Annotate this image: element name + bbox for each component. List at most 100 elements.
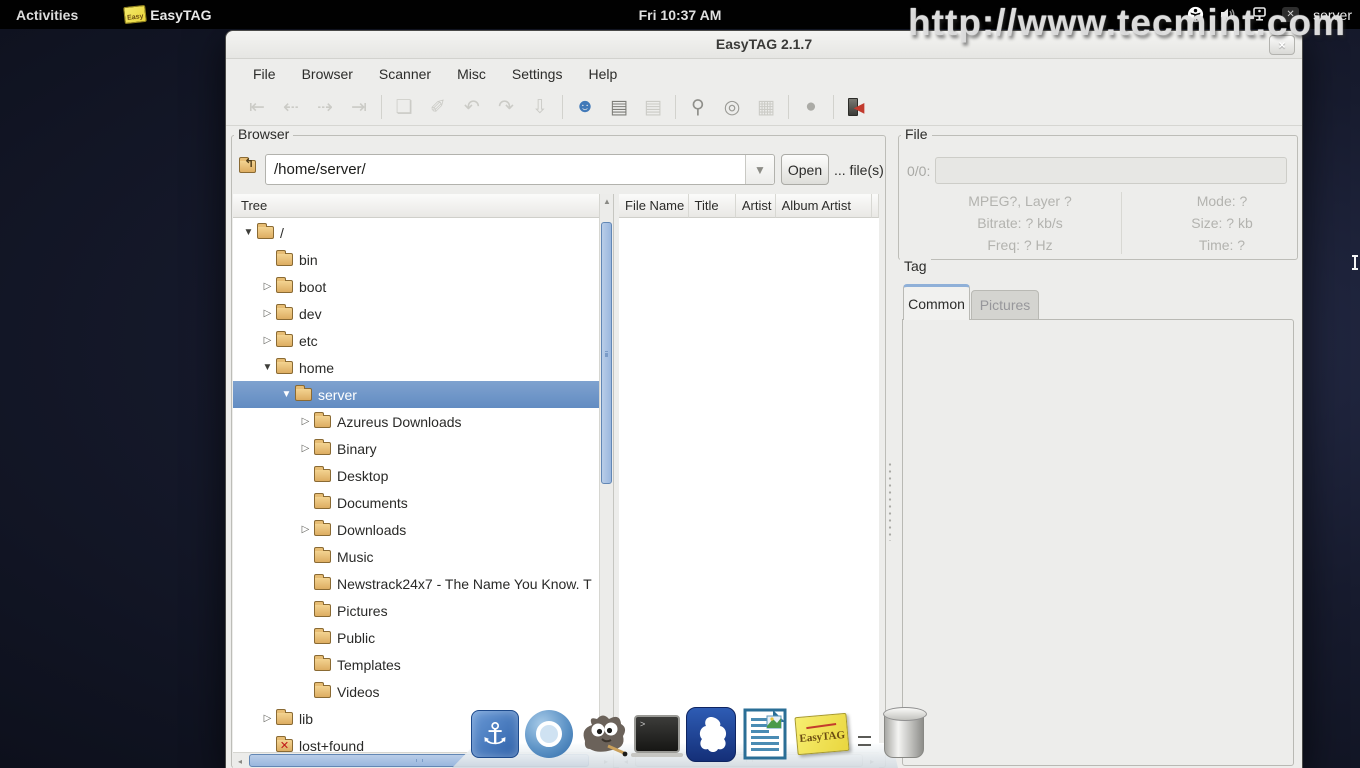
path-input[interactable] [266,155,745,184]
tree-item-server[interactable]: ▼server [233,381,599,408]
expander-open-icon[interactable]: ▼ [240,227,257,238]
tree-item-newstrack24x7-the-name-you-know-t[interactable]: Newstrack24x7 - The Name You Know. T [233,570,599,597]
open-button[interactable]: Open [781,154,829,185]
tree-item-etc[interactable]: ▷etc [233,327,599,354]
expander-closed-icon[interactable]: ▷ [259,335,276,346]
path-dropdown-button[interactable]: ▼ [745,155,774,184]
file-list-body[interactable] [619,219,879,752]
input-source-icon[interactable] [1250,6,1268,24]
go-next-button[interactable]: ⇢ [308,93,342,121]
gnome-top-bar: Activities Easy EasyTAG Fri 10:37 AM ✕ s… [0,0,1360,29]
folder-icon [314,442,331,455]
column-header-file-name[interactable]: File Name [619,194,689,218]
volume-icon[interactable] [1218,6,1236,24]
chromium-icon[interactable] [524,708,574,760]
all-files-list-button[interactable]: ▤ [602,93,636,121]
tree-column-header[interactable]: Tree [233,194,599,218]
tree-item-music[interactable]: Music [233,543,599,570]
column-header-artist[interactable]: Artist [736,194,776,218]
tab-common[interactable]: Common [903,284,970,320]
tree-item-root[interactable]: ▼/ [233,219,599,246]
toolbar-separator [381,95,382,119]
menu-scanner[interactable]: Scanner [366,62,444,86]
tree-panel: Tree ▼/bin▷boot▷dev▷etc▼home▼server▷Azur… [233,194,614,768]
remove-tags-button[interactable]: ✐ [421,93,455,121]
tree-item-dev[interactable]: ▷dev [233,300,599,327]
menu-settings[interactable]: Settings [499,62,576,86]
tree-item-templates[interactable]: Templates [233,651,599,678]
folder-icon [314,496,331,509]
menu-misc[interactable]: Misc [444,62,499,86]
easytag-icon[interactable]: EasyTAG [794,708,850,760]
toolbar-separator [788,95,789,119]
pane-splitter-handle[interactable] [888,461,892,541]
trash-icon[interactable] [879,708,929,760]
user-menu[interactable]: server [1313,7,1352,23]
cddb-button[interactable]: ◎ [715,93,749,121]
toolbar-separator [562,95,563,119]
tree-item-label: lost+found [299,738,364,753]
vuze-icon[interactable] [686,708,736,760]
gimp-icon[interactable] [578,708,628,760]
menu-browser[interactable]: Browser [289,62,366,86]
tree-item-boot[interactable]: ▷boot [233,273,599,300]
file-list-header: File NameTitleArtistAlbum Artist [619,194,879,218]
save-files-button[interactable]: ⇩ [523,93,557,121]
go-first-button[interactable]: ⇤ [240,93,274,121]
expander-closed-icon[interactable]: ▷ [259,281,276,292]
quit-button[interactable]: ◀ [839,93,873,121]
expander-closed-icon[interactable]: ▷ [259,308,276,319]
browser-frame: Browser ↰ ▼ Open ... file(s) Tree ▼/bin▷… [231,135,886,768]
close-button[interactable]: × [1269,35,1295,55]
search-button[interactable]: ⚲ [681,93,715,121]
expander-closed-icon[interactable]: ▷ [297,524,314,535]
sorted-files-list-button[interactable]: ▤ [636,93,670,121]
menu-file[interactable]: File [240,62,289,86]
terminal-icon[interactable] [632,708,682,760]
go-last-button[interactable]: ⇥ [342,93,376,121]
expander-open-icon[interactable]: ▼ [259,362,276,373]
tree-item-documents[interactable]: Documents [233,489,599,516]
tree-vertical-scrollbar[interactable]: ▲ ▼ [599,194,613,752]
tree-item-pictures[interactable]: Pictures [233,597,599,624]
tree-vscroll-thumb[interactable] [601,222,612,484]
tree-item-public[interactable]: Public [233,624,599,651]
go-previous-button[interactable]: ⇠ [274,93,308,121]
tree-item-downloads[interactable]: ▷Downloads [233,516,599,543]
scroll-up-arrow[interactable]: ▲ [600,194,614,208]
libreoffice-writer-icon[interactable] [740,708,790,760]
menu-help[interactable]: Help [575,62,630,86]
expander-closed-icon[interactable]: ▷ [297,416,314,427]
undo-button[interactable]: ↶ [455,93,489,121]
scan-files-button[interactable]: ❏ [387,93,421,121]
artist-album-view-button[interactable]: ☻ [568,93,602,121]
tree-item-bin[interactable]: bin [233,246,599,273]
tree-item-home[interactable]: ▼home [233,354,599,381]
parent-folder-icon[interactable]: ↰ [239,160,263,180]
browser-legend: Browser [234,126,293,142]
clock[interactable]: Fri 10:37 AM [0,7,1360,23]
process-fields-button[interactable]: ▦ [749,93,783,121]
tree-item-binary[interactable]: ▷Binary [233,435,599,462]
system-tray: ✕ server [1186,0,1352,29]
expander-closed-icon[interactable]: ▷ [259,713,276,724]
scroll-left-arrow[interactable]: ◂ [233,754,247,768]
tab-pictures[interactable]: Pictures [971,290,1039,320]
redo-button[interactable]: ↷ [489,93,523,121]
column-header-title[interactable]: Title [689,194,736,218]
file-info-line: Mode: ? [1123,190,1321,212]
filename-field[interactable] [935,157,1287,184]
column-header-root[interactable] [872,194,879,218]
folder-icon [314,685,331,698]
stop-button[interactable]: ● [794,93,828,121]
title-bar[interactable]: EasyTAG 2.1.7 × [226,31,1302,59]
status-box-icon[interactable]: ✕ [1282,7,1299,22]
toolbar-separator [675,95,676,119]
expander-closed-icon[interactable]: ▷ [297,443,314,454]
accessibility-icon[interactable] [1186,6,1204,24]
expander-open-icon[interactable]: ▼ [278,389,295,400]
tree-item-azureus-downloads[interactable]: ▷Azureus Downloads [233,408,599,435]
column-header-album-artist[interactable]: Album Artist [776,194,872,218]
docky-anchor-icon[interactable]: ⚓ [470,708,520,760]
tree-item-desktop[interactable]: Desktop [233,462,599,489]
